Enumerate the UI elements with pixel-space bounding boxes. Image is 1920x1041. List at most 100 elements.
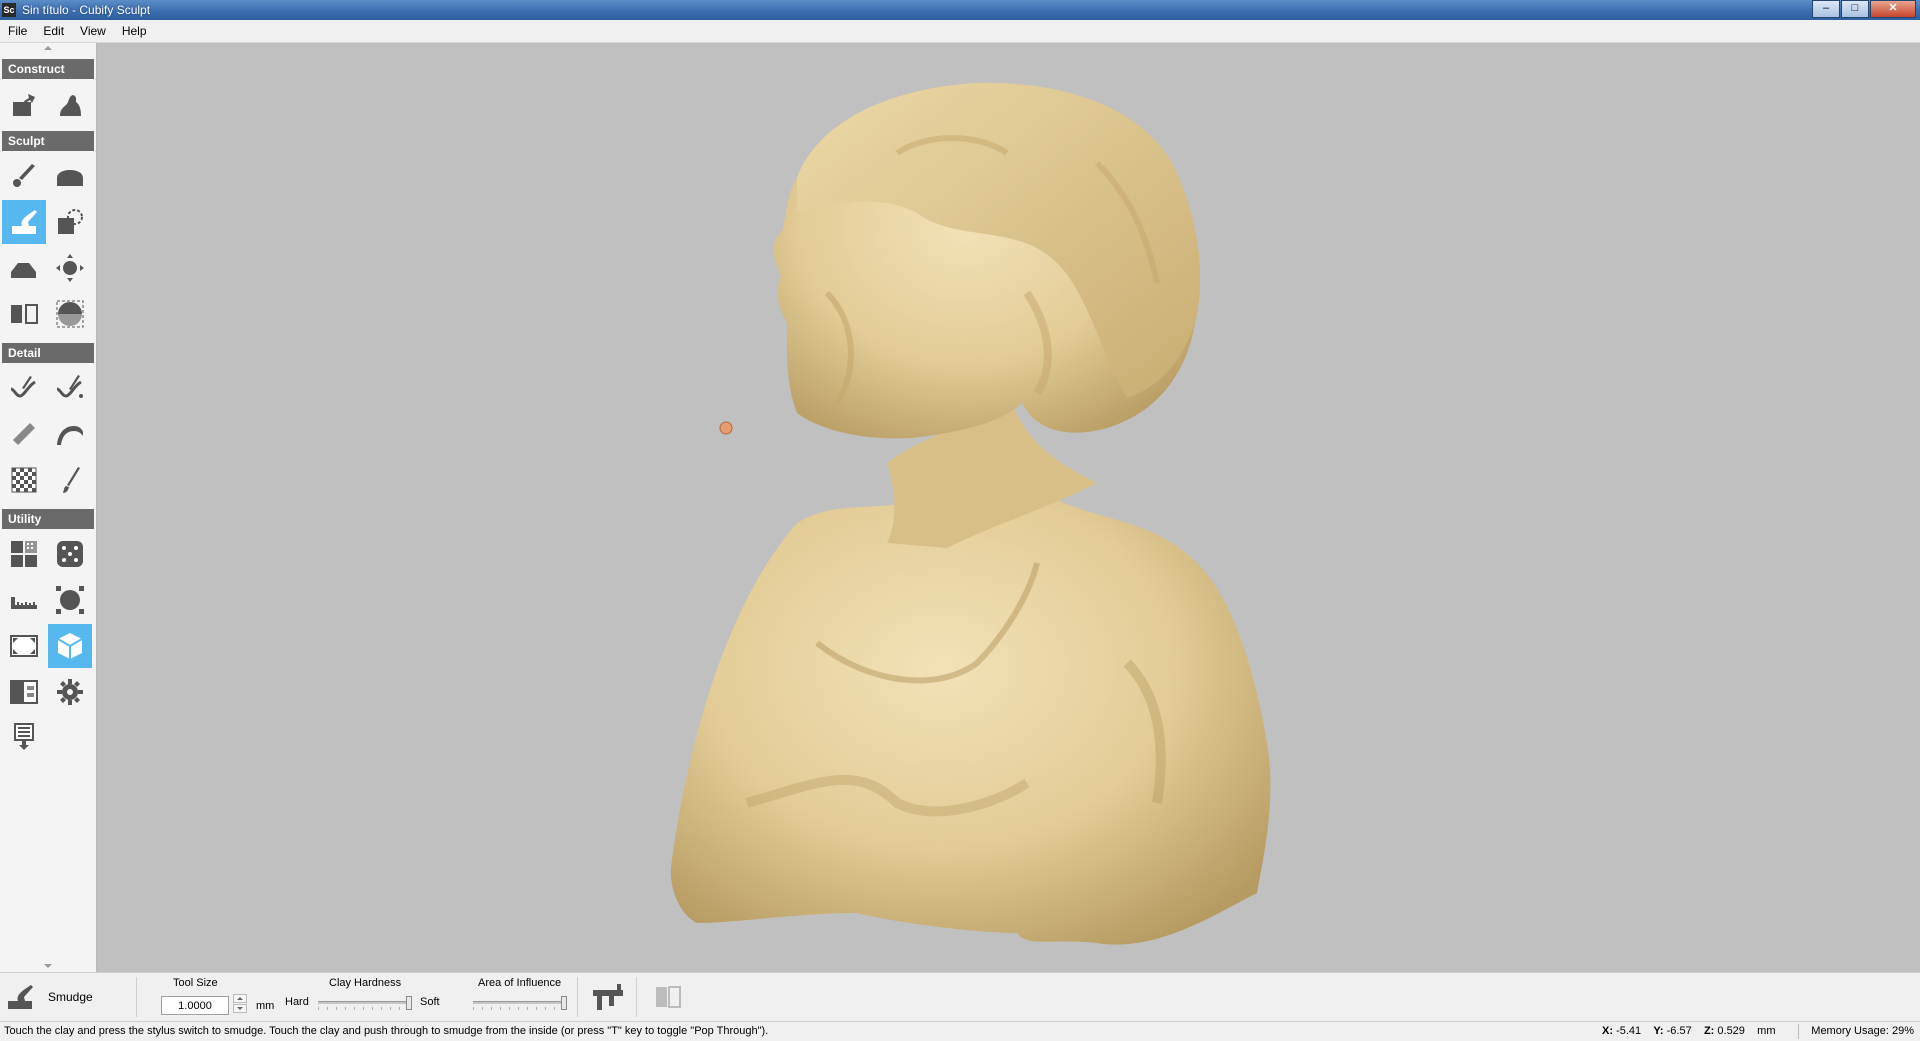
- palette-scroll-down-icon[interactable]: [44, 964, 52, 968]
- mirror-icon: [11, 304, 38, 324]
- push-icon: [11, 263, 36, 278]
- area-of-influence-ticks: [473, 1007, 567, 1010]
- hard-label: Hard: [285, 996, 309, 1008]
- tool-size-label: Tool Size: [173, 977, 218, 989]
- section-utility: Utility: [2, 509, 94, 529]
- tool-size-increment[interactable]: [233, 994, 247, 1003]
- section-construct: Construct: [2, 59, 94, 79]
- crease-icon: [57, 426, 83, 445]
- move-icon: [56, 254, 84, 282]
- tool-palette: Construct Sculpt Detail Utility: [0, 43, 97, 972]
- symmetry-icon: [56, 300, 84, 328]
- status-bar: Touch the clay and press the stylus swit…: [0, 1021, 1920, 1041]
- z-value: 0.529: [1717, 1025, 1745, 1037]
- 3d-printer-icon: [14, 723, 34, 750]
- tool-size-input[interactable]: [161, 996, 229, 1015]
- cursor-coordinates: X: -5.41 Y: -6.57 Z: 0.529 mm: [1602, 1025, 1775, 1037]
- ruler-icon: [11, 597, 37, 609]
- menu-file[interactable]: File: [0, 24, 35, 38]
- tool-size-unit: mm: [256, 1000, 275, 1012]
- 3d-viewport[interactable]: [97, 43, 1920, 972]
- smooth-icon: [13, 423, 35, 445]
- window-title: Sin título - Cubify Sculpt: [22, 3, 151, 17]
- app-logo-icon: Sc: [2, 3, 16, 17]
- fit-view-icon: [10, 635, 38, 657]
- background-image-icon: [10, 680, 38, 704]
- tool-reduce[interactable]: [48, 532, 92, 576]
- tool-smooth[interactable]: [2, 412, 46, 456]
- paint-brush-icon: [63, 467, 80, 493]
- emboss-line-icon: [10, 376, 36, 398]
- sculpted-bust-model[interactable]: [670, 82, 1271, 945]
- options-separator: [577, 977, 578, 1017]
- title-bar: Sc Sin título - Cubify Sculpt – □ ✕: [0, 0, 1920, 20]
- tool-view-cube[interactable]: [48, 624, 92, 668]
- clay-hardness-slider[interactable]: [318, 996, 412, 1010]
- dice-icon: [57, 541, 83, 567]
- tool-scale[interactable]: [48, 578, 92, 622]
- memory-usage: Memory Usage: 29%: [1811, 1025, 1914, 1037]
- x-value: -5.41: [1616, 1025, 1642, 1037]
- model-canvas[interactable]: [97, 43, 1920, 972]
- options-separator: [636, 977, 637, 1017]
- section-sculpt: Sculpt: [2, 131, 94, 151]
- tool-clay-blob[interactable]: [48, 83, 92, 127]
- menu-bar: File Edit View Help: [0, 20, 1920, 43]
- gear-icon: [57, 679, 83, 705]
- minimize-button[interactable]: –: [1812, 0, 1840, 18]
- z-label: Z:: [1703, 1025, 1715, 1037]
- clay-hardness-ticks: [318, 1007, 412, 1010]
- import-clay-icon: [13, 94, 35, 116]
- y-value: -6.57: [1666, 1025, 1692, 1037]
- palette-scroll-up-icon[interactable]: [44, 46, 52, 50]
- tool-paint[interactable]: [48, 458, 92, 502]
- tool-import-clay[interactable]: [2, 83, 46, 127]
- soft-label: Soft: [420, 996, 440, 1008]
- tool-symmetry[interactable]: [48, 292, 92, 336]
- tool-texture[interactable]: [2, 458, 46, 502]
- caliper-button[interactable]: [588, 979, 628, 1015]
- clay-hardness-label: Clay Hardness: [329, 977, 402, 989]
- tool-crease[interactable]: [48, 412, 92, 456]
- tool-measure[interactable]: [2, 578, 46, 622]
- tool-push[interactable]: [2, 246, 46, 290]
- tool-mirror[interactable]: [2, 292, 46, 336]
- area-of-influence-slider[interactable]: [473, 996, 567, 1010]
- texture-icon: [11, 467, 37, 493]
- active-tool-name: Smudge: [48, 990, 93, 1004]
- status-hint: Touch the clay and press the stylus swit…: [4, 1025, 769, 1037]
- tool-engrave-line[interactable]: [48, 366, 92, 410]
- menu-edit[interactable]: Edit: [35, 24, 72, 38]
- mirror-toggle-button[interactable]: [648, 979, 688, 1015]
- mirror-toggle-icon: [656, 986, 681, 1008]
- window-controls: – □ ✕: [1811, 0, 1916, 18]
- scale-icon: [56, 586, 84, 614]
- area-of-influence-thumb[interactable]: [561, 996, 567, 1010]
- menu-help[interactable]: Help: [114, 24, 155, 38]
- x-label: X:: [1602, 1025, 1613, 1037]
- tool-options-bar: Smudge Tool Size mm Clay Hardness Hard S…: [0, 972, 1920, 1022]
- tool-emboss[interactable]: [48, 154, 92, 198]
- tool-background[interactable]: [2, 670, 46, 714]
- view-cube-icon: [57, 633, 83, 659]
- tool-fit-view[interactable]: [2, 624, 46, 668]
- options-separator: [136, 977, 137, 1017]
- tool-move[interactable]: [48, 246, 92, 290]
- tool-print[interactable]: [2, 715, 46, 759]
- tool-size-decrement[interactable]: [233, 1004, 247, 1013]
- smudge-icon: [12, 210, 37, 234]
- tile-icon: [11, 541, 37, 567]
- maximize-button[interactable]: □: [1841, 0, 1869, 18]
- clay-blob-icon: [60, 95, 81, 116]
- tool-settings[interactable]: [48, 670, 92, 714]
- tool-smudge[interactable]: [2, 200, 46, 244]
- y-label: Y:: [1653, 1025, 1664, 1037]
- tool-carve[interactable]: [2, 154, 46, 198]
- tool-emboss-line[interactable]: [2, 366, 46, 410]
- status-separator: [1798, 1024, 1799, 1039]
- tool-tile[interactable]: [2, 532, 46, 576]
- menu-view[interactable]: View: [72, 24, 114, 38]
- close-button[interactable]: ✕: [1870, 0, 1916, 18]
- tool-deform[interactable]: [48, 200, 92, 244]
- clay-hardness-thumb[interactable]: [406, 996, 412, 1010]
